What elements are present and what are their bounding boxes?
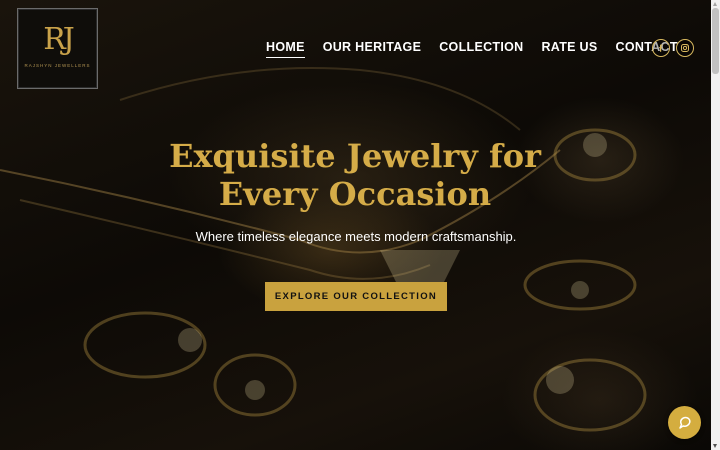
hero-headline: Exquisite Jewelry for Every Occasion [169,137,541,213]
logo-brand-name: RAJSHYN JEWELLERS [24,63,91,68]
chat-icon [678,416,691,429]
explore-collection-button[interactable]: EXPLORE OUR COLLECTION [265,282,447,311]
nav-item-our-heritage[interactable]: OUR HERITAGE [323,40,422,58]
hero-subtitle: Where timeless elegance meets modern cra… [195,229,517,244]
facebook-icon[interactable] [652,39,670,57]
instagram-icon[interactable] [676,39,694,57]
chat-button[interactable] [668,406,701,439]
main-navigation: HOME OUR HERITAGE COLLECTION RATE US CON… [266,40,678,58]
facebook-glyph [659,44,663,52]
page-scrollbar[interactable] [711,0,720,450]
brand-logo[interactable]: RJ RAJSHYN JEWELLERS [17,8,98,89]
nav-item-collection[interactable]: COLLECTION [439,40,523,58]
scroll-down-icon[interactable] [713,444,717,448]
hero-section: RJ RAJSHYN JEWELLERS HOME OUR HERITAGE C… [0,0,711,450]
scroll-up-icon[interactable] [713,2,717,6]
logo-monogram: RJ [43,22,75,57]
nav-item-rate-us[interactable]: RATE US [541,40,597,58]
jewelry-background-image [0,67,647,432]
instagram-glyph [681,44,689,52]
nav-item-home[interactable]: HOME [266,40,305,58]
scroll-thumb[interactable] [712,8,719,74]
